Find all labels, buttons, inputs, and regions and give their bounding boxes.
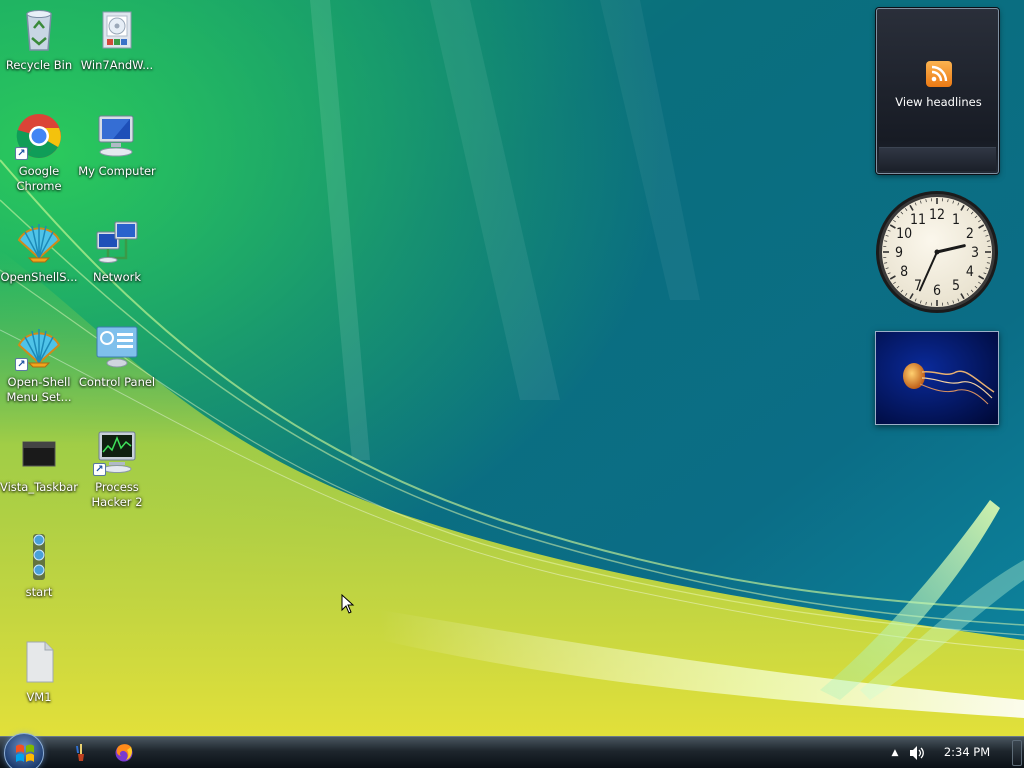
clock-numeral: 11 <box>910 212 926 228</box>
control-panel-icon <box>93 323 141 371</box>
document-icon <box>15 638 63 686</box>
shortcut-arrow-icon: ↗ <box>15 358 28 371</box>
shell-icon: ↗ <box>15 323 63 371</box>
desktop-icon-label: Process Hacker 2 <box>91 480 143 509</box>
installer-icon <box>93 6 141 54</box>
desktop-icon-label: OpenShellS... <box>0 270 78 284</box>
feed-gadget-footer <box>879 147 996 171</box>
chrome-icon: ↗ <box>15 112 63 160</box>
clock-numeral: 5 <box>952 278 960 294</box>
desktop-icon-win7andw[interactable]: Win7AndW... <box>78 6 156 73</box>
desktop-icon-process-hacker[interactable]: ↗ Process Hacker 2 <box>78 428 156 510</box>
desktop-icon-start[interactable]: start <box>0 533 78 600</box>
desktop-icon-label: My Computer <box>78 164 156 178</box>
clock-numeral: 4 <box>966 264 974 280</box>
desktop-icon-label: Win7AndW... <box>80 58 154 72</box>
shortcut-arrow-icon: ↗ <box>15 147 28 160</box>
quick-launch-paint[interactable] <box>68 742 92 764</box>
volume-icon[interactable] <box>908 744 926 762</box>
view-headlines-link[interactable]: View headlines <box>877 95 1000 109</box>
desktop-icon-label: start <box>25 585 53 599</box>
paintbrush-icon <box>76 744 84 761</box>
desktop-icon-vista-taskbar[interactable]: Vista_Taskbar <box>0 428 78 495</box>
desktop-icon-label: Recycle Bin <box>5 58 73 72</box>
recycle-bin-icon <box>15 6 63 54</box>
clock-numeral: 7 <box>914 278 922 294</box>
desktop-icon-label: VM1 <box>26 690 52 704</box>
orbs-icon <box>15 533 63 581</box>
network-icon <box>93 218 141 266</box>
desktop-icon-open-shell-menu-settings[interactable]: ↗ Open-Shell Menu Set... <box>0 323 78 405</box>
clock-numeral: 6 <box>933 283 941 299</box>
file-icon <box>15 428 63 476</box>
desktop-icon-my-computer[interactable]: My Computer <box>78 112 156 179</box>
slideshow-gadget[interactable] <box>875 331 999 425</box>
shell-icon <box>15 218 63 266</box>
system-tray: ▲ 2:34 PM <box>884 737 1024 768</box>
taskbar: ▲ 2:34 PM <box>0 733 1024 768</box>
firefox-icon <box>115 744 133 762</box>
desktop-icon-openshell-setup[interactable]: OpenShellS... <box>0 218 78 285</box>
computer-icon <box>93 112 141 160</box>
feed-headlines-gadget[interactable]: View headlines <box>876 8 999 174</box>
desktop-icon-label: Control Panel <box>78 375 156 389</box>
desktop-icon-label: Network <box>92 270 142 284</box>
taskbar-clock[interactable]: 2:34 PM <box>934 745 1000 759</box>
desktop-icon-grid: Recycle Bin Win7AndW... ↗ Google Chrome … <box>0 0 170 736</box>
clock-numeral: 8 <box>900 264 908 280</box>
desktop-icon-google-chrome[interactable]: ↗ Google Chrome <box>0 112 78 194</box>
clock-numeral: 2 <box>966 226 974 242</box>
desktop-icon-label: Google Chrome <box>16 164 62 193</box>
jellyfish-photo <box>876 332 998 424</box>
shortcut-arrow-icon: ↗ <box>93 463 106 476</box>
start-button[interactable] <box>4 733 44 768</box>
process-hacker-icon: ↗ <box>93 428 141 476</box>
show-hidden-icons-button[interactable]: ▲ <box>888 746 902 760</box>
desktop-icon-vm1[interactable]: VM1 <box>0 638 78 705</box>
clock-numeral: 10 <box>896 226 912 242</box>
desktop-icon-control-panel[interactable]: Control Panel <box>78 323 156 390</box>
quick-launch-firefox[interactable] <box>112 742 136 764</box>
mouse-cursor-icon <box>341 594 355 614</box>
windows-logo-icon <box>16 744 34 762</box>
desktop-icon-recycle-bin[interactable]: Recycle Bin <box>0 6 78 73</box>
clock-gadget[interactable]: 12 1 2 3 4 5 6 7 8 9 10 11 <box>874 189 1000 315</box>
clock-numeral: 12 <box>929 207 945 223</box>
clock-numeral: 3 <box>971 245 979 261</box>
clock-numeral: 9 <box>895 245 903 261</box>
show-desktop-button[interactable] <box>1012 740 1022 766</box>
desktop-icon-network[interactable]: Network <box>78 218 156 285</box>
rss-icon <box>926 61 952 87</box>
desktop-icon-label: Open-Shell Menu Set... <box>6 375 72 404</box>
clock-numeral: 1 <box>952 212 960 228</box>
desktop-icon-label: Vista_Taskbar <box>0 480 79 494</box>
